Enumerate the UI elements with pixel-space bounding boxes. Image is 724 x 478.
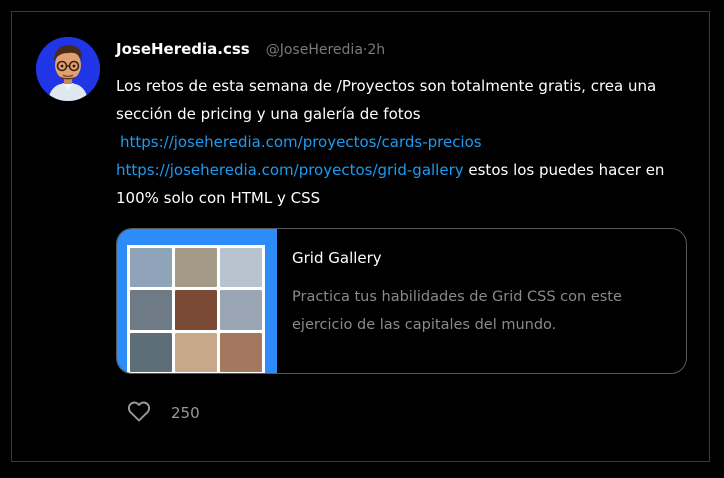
- author-name[interactable]: JoseHeredia.css: [116, 40, 250, 58]
- tweet-header: JoseHeredia.css @JoseHeredia·2h: [116, 40, 385, 58]
- tweet-card: JoseHeredia.css @JoseHeredia·2h Los reto…: [11, 11, 710, 462]
- gallery-thumbnail-image: [127, 245, 265, 373]
- card-thumbnail: [117, 229, 277, 373]
- tweet-actions: 250: [127, 400, 200, 426]
- tweet-time: ·2h: [362, 42, 386, 58]
- card-title: Grid Gallery: [292, 249, 382, 267]
- link-cards-precios[interactable]: https://joseheredia.com/proyectos/cards-…: [120, 133, 482, 151]
- memoji-avatar-icon: [36, 37, 100, 101]
- author-handle[interactable]: @JoseHeredia·2h: [266, 42, 385, 58]
- avatar[interactable]: [36, 37, 100, 101]
- link-grid-gallery[interactable]: https://joseheredia.com/proyectos/grid-g…: [116, 161, 464, 179]
- heart-icon[interactable]: [127, 400, 151, 426]
- like-count: 250: [171, 404, 200, 422]
- link-preview-card[interactable]: Grid Gallery Practica tus habilidades de…: [116, 228, 687, 374]
- tweet-text: Los retos de esta semana de /Proyectos s…: [116, 77, 665, 207]
- card-description: Practica tus habilidades de Grid CSS con…: [292, 289, 622, 333]
